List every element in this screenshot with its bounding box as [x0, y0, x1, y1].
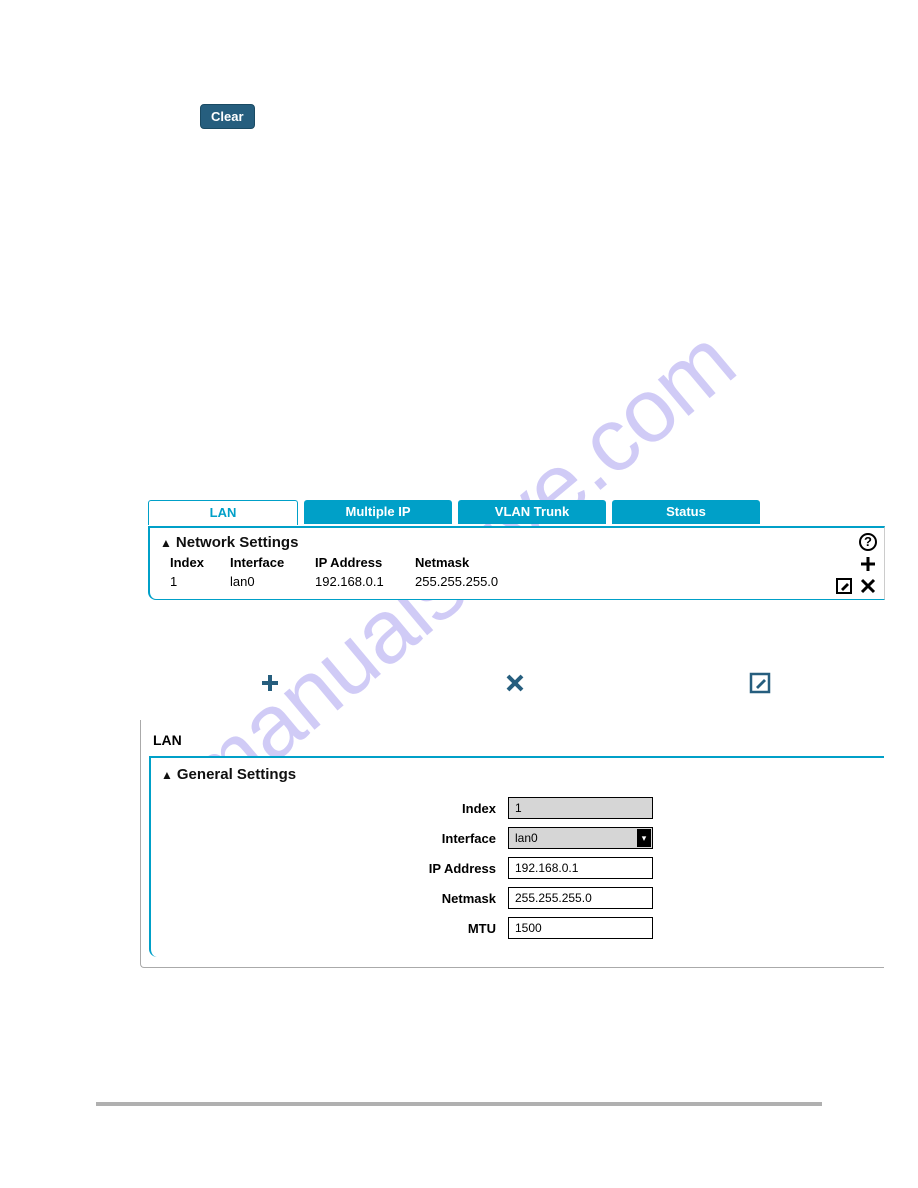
network-settings-panel: ▲ Network Settings Index Interface IP Ad… — [148, 526, 885, 600]
help-icon[interactable]: ? — [858, 532, 878, 552]
label-netmask: Netmask — [151, 891, 508, 906]
lan-section-title: LAN — [141, 720, 884, 756]
network-table: Index Interface IP Address Netmask 1 lan… — [150, 553, 914, 599]
row-mtu: MTU — [151, 913, 884, 943]
collapse-caret-icon[interactable]: ▲ — [161, 768, 173, 782]
gen-title-text: General Settings — [177, 766, 296, 783]
header-netmask: Netmask — [415, 555, 525, 570]
header-interface: Interface — [230, 555, 315, 570]
label-ip: IP Address — [151, 861, 508, 876]
tab-lan[interactable]: LAN — [148, 500, 298, 525]
tab-vlan-trunk[interactable]: VLAN Trunk — [458, 500, 606, 524]
edit-icon[interactable] — [834, 576, 854, 596]
legend-add-icon[interactable] — [257, 670, 283, 696]
dropdown-icon[interactable]: ▾ — [637, 829, 651, 847]
tab-multiple-ip[interactable]: Multiple IP — [304, 500, 452, 524]
panel-action-icons: ? — [834, 532, 878, 598]
general-settings-title: ▲ General Settings — [151, 762, 884, 793]
panel-title-text: Network Settings — [176, 534, 299, 551]
header-index: Index — [170, 555, 230, 570]
row-interface: Interface lan0 ▾ — [151, 823, 884, 853]
label-mtu: MTU — [151, 921, 508, 936]
label-interface: Interface — [151, 831, 508, 846]
tab-bar: LAN Multiple IP VLAN Trunk Status — [148, 500, 760, 525]
legend-delete-icon[interactable] — [502, 670, 528, 696]
table-header-row: Index Interface IP Address Netmask — [170, 553, 904, 572]
index-field: 1 — [508, 797, 653, 819]
interface-value: lan0 — [515, 831, 538, 845]
svg-text:?: ? — [864, 534, 872, 549]
table-row[interactable]: 1 lan0 192.168.0.1 255.255.255.0 — [170, 572, 904, 591]
clear-button[interactable]: Clear — [200, 104, 255, 129]
header-ip: IP Address — [315, 555, 415, 570]
legend-edit-icon[interactable] — [747, 670, 773, 696]
cell-index: 1 — [170, 574, 230, 589]
netmask-field[interactable] — [508, 887, 653, 909]
collapse-caret-icon[interactable]: ▲ — [160, 536, 172, 550]
network-settings-title: ▲ Network Settings — [150, 528, 884, 553]
legend-icons — [148, 670, 882, 696]
delete-icon[interactable] — [858, 576, 878, 596]
label-index: Index — [151, 801, 508, 816]
row-index: Index 1 — [151, 793, 884, 823]
page: Clear manualshive.com LAN Multiple IP VL… — [0, 0, 918, 1188]
interface-select[interactable]: lan0 ▾ — [508, 827, 653, 849]
add-icon[interactable] — [858, 554, 878, 574]
row-ip: IP Address — [151, 853, 884, 883]
footer-divider — [96, 1102, 822, 1106]
row-netmask: Netmask — [151, 883, 884, 913]
cell-interface: lan0 — [230, 574, 315, 589]
lan-section: LAN ▲ General Settings Index 1 Interface … — [140, 720, 884, 968]
general-settings-panel: ▲ General Settings Index 1 Interface lan0… — [149, 756, 884, 957]
ip-field[interactable] — [508, 857, 653, 879]
tab-status[interactable]: Status — [612, 500, 760, 524]
cell-netmask: 255.255.255.0 — [415, 574, 525, 589]
cell-ip: 192.168.0.1 — [315, 574, 415, 589]
mtu-field[interactable] — [508, 917, 653, 939]
